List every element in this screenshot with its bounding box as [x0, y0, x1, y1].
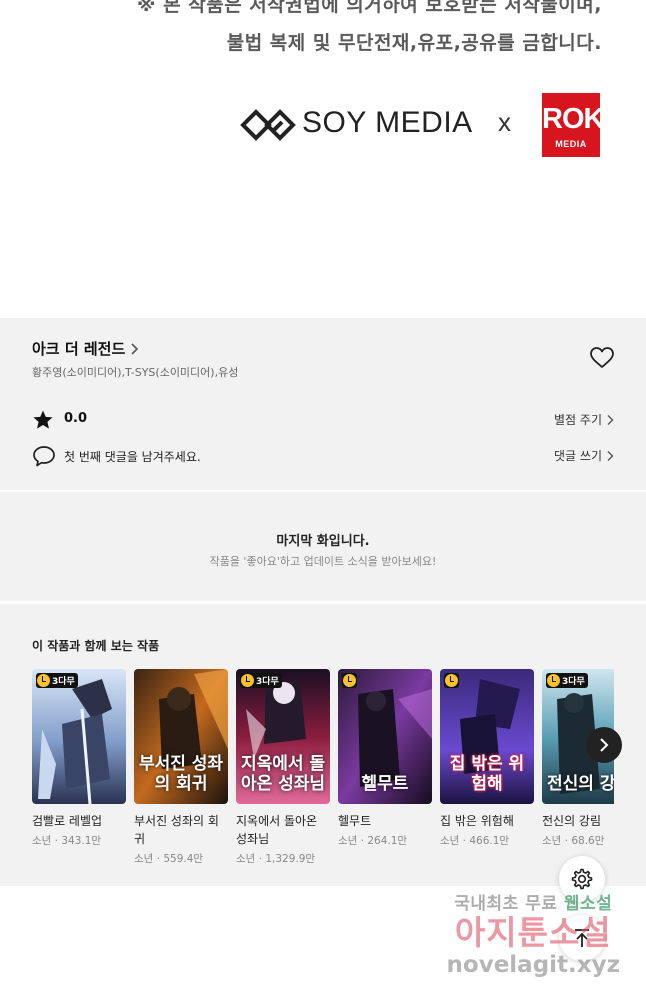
- card-meta: 소년 · 466.1만: [440, 835, 510, 847]
- cover-title-text: 지옥에서 돌아온 성좌님: [240, 754, 326, 794]
- free-wait-badge: 3다무: [36, 673, 78, 688]
- series-info-panel: 아크 더 레전드 황주영(소이미디어),T-SYS(소이미디어),유성 0.0 …: [0, 318, 646, 490]
- recommendations-heading: 이 작품과 함께 보는 작품: [32, 639, 160, 653]
- series-title-link[interactable]: 아크 더 레전드: [32, 338, 139, 359]
- scroll-top-button[interactable]: [559, 915, 605, 961]
- write-comment-label: 댓글 쓰기: [554, 449, 602, 463]
- badge-text: 3다무: [256, 677, 279, 687]
- clock-icon: [547, 674, 560, 687]
- free-wait-badge: 3다무: [240, 673, 282, 688]
- comment-row: 첫 번째 댓글을 남겨주세요. 댓글 쓰기: [32, 444, 614, 468]
- clock-icon: [343, 674, 356, 687]
- rate-button[interactable]: 별점 주기: [554, 411, 614, 428]
- badge-text: 3다무: [52, 677, 75, 687]
- watermark-text-a: 국내최초 무료: [454, 894, 564, 914]
- series-title: 아크 더 레전드: [32, 340, 126, 358]
- chevron-right-icon: [131, 342, 139, 355]
- rok-small-text: MEDIA: [555, 139, 587, 149]
- recommendation-card[interactable]: 집 밖은 위험해 집 밖은 위험해 소년 · 466.1만: [440, 669, 534, 848]
- rating-row: 0.0 별점 주기: [32, 408, 614, 432]
- cover-thumbnail: 부서진 성좌의 회귀: [134, 669, 228, 804]
- clock-icon: [241, 674, 254, 687]
- clock-icon: [445, 674, 458, 687]
- settings-button[interactable]: [559, 856, 605, 902]
- card-title: 집 밖은 위험해: [440, 814, 514, 828]
- collab-x: x: [498, 107, 511, 137]
- cover-thumbnail: 3다무 지옥에서 돌아온 성좌님: [236, 669, 330, 804]
- chevron-right-icon: [607, 414, 614, 425]
- card-title: 검빨로 레벨업: [32, 814, 103, 828]
- last-episode-subtitle: 작품을 '좋아요'하고 업데이트 소식을 받아보세요!: [209, 555, 437, 568]
- cover-thumbnail: 집 밖은 위험해: [440, 669, 534, 804]
- card-title: 부서진 성좌의 회귀: [134, 814, 219, 846]
- write-comment-button[interactable]: 댓글 쓰기: [554, 447, 614, 464]
- notice-line-1: ※ 본 작품은 저작권법에 의거하여 보호받는 저작물이며,: [137, 0, 602, 16]
- recommendations-section: 이 작품과 함께 보는 작품 3다무 검빨로 레벨업 소년 · 343.1만 부…: [0, 604, 646, 886]
- card-title: 지옥에서 돌아온 성좌님: [236, 814, 318, 846]
- arrow-up-icon: [575, 929, 589, 947]
- rating-value: 0.0: [64, 411, 88, 426]
- rok-big-text: ROK: [542, 103, 604, 135]
- chevron-right-icon: [607, 450, 614, 461]
- cover-title-text: 부서진 성좌의 회귀: [138, 754, 224, 794]
- chevron-right-icon: [600, 738, 609, 752]
- star-icon: [33, 410, 53, 429]
- publisher-logos: SOY MEDIA x ROK MEDIA: [238, 93, 608, 159]
- last-episode-title: 마지막 화입니다.: [276, 534, 370, 549]
- card-title: 전신의 강림: [542, 814, 602, 828]
- cover-thumbnail: 헬무트: [338, 669, 432, 804]
- soy-media-wordmark: SOY MEDIA: [302, 106, 473, 139]
- cover-title-text: 전신의 강림: [546, 774, 614, 794]
- card-meta: 소년 · 264.1만: [338, 835, 408, 847]
- comment-bubble-icon: [33, 446, 55, 467]
- cover-art: [32, 669, 126, 804]
- cover-title-text: 헬무트: [361, 774, 409, 794]
- viewer-page: ※ 본 작품은 저작권법에 의거하여 보호받는 저작물이며, 불법 복제 및 무…: [0, 0, 646, 1002]
- recommendation-card[interactable]: 3다무 지옥에서 돌아온 성좌님 지옥에서 돌아온 성좌님 소년 · 1,329…: [236, 669, 330, 866]
- soy-media-logo-icon: [240, 109, 296, 141]
- cover-thumbnail: 3다무: [32, 669, 126, 804]
- card-title: 헬무트: [338, 814, 372, 828]
- recommendation-card[interactable]: 3다무 검빨로 레벨업 소년 · 343.1만: [32, 669, 126, 848]
- badge-text: 3다무: [562, 677, 585, 687]
- recommendation-card[interactable]: 부서진 성좌의 회귀 부서진 성좌의 회귀 소년 · 559.4만: [134, 669, 228, 866]
- rate-button-label: 별점 주기: [554, 413, 602, 427]
- clock-icon: [37, 674, 50, 687]
- carousel-next-button[interactable]: [586, 727, 622, 763]
- comment-prompt: 첫 번째 댓글을 남겨주세요.: [64, 450, 201, 464]
- series-authors: 황주영(소이미디어),T-SYS(소이미디어),유성: [32, 366, 239, 379]
- notice-line-2: 불법 복제 및 무단전재,유포,공유를 금합니다.: [226, 32, 602, 54]
- last-episode-panel: 마지막 화입니다. 작품을 '좋아요'하고 업데이트 소식을 받아보세요!: [0, 491, 646, 601]
- recommendations-carousel: 3다무 검빨로 레벨업 소년 · 343.1만 부서진 성좌의 회귀 부서진 성…: [32, 669, 614, 879]
- free-wait-badge: 3다무: [546, 673, 588, 688]
- recommendation-card[interactable]: 헬무트 헬무트 소년 · 264.1만: [338, 669, 432, 848]
- card-meta: 소년 · 1,329.9만: [236, 853, 316, 865]
- card-meta: 소년 · 68.6만: [542, 835, 605, 847]
- card-meta: 소년 · 559.4만: [134, 853, 204, 865]
- free-wait-badge: [342, 673, 357, 688]
- card-meta: 소년 · 343.1만: [32, 835, 102, 847]
- gear-icon: [571, 868, 593, 890]
- heart-icon[interactable]: [589, 346, 615, 370]
- rok-media-logo: ROK MEDIA: [542, 93, 604, 157]
- cover-title-text: 집 밖은 위험해: [449, 754, 525, 794]
- copyright-notice: ※ 본 작품은 저작권법에 의거하여 보호받는 저작물이며, 불법 복제 및 무…: [0, 0, 602, 62]
- free-wait-badge: [444, 673, 459, 688]
